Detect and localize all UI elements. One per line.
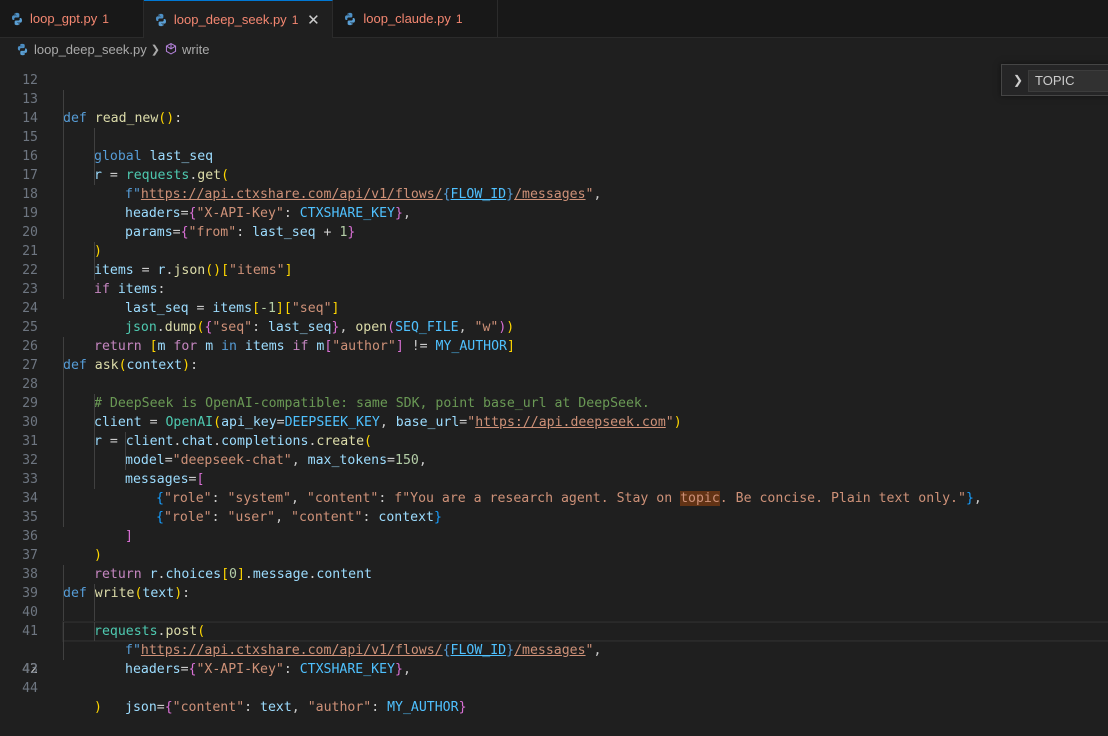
- line-number: 44: [22, 681, 38, 696]
- find-widget: ❯ TOPIC: [1001, 64, 1108, 96]
- code-line: 28 client = OpenAI(api_key=DEEPSEEK_KEY,…: [0, 356, 1108, 430]
- code-line: 23 json.dump({"seq": last_seq}, open(SEQ…: [0, 261, 1108, 335]
- problem-count-badge: 1: [291, 12, 299, 27]
- tab-loop-claude[interactable]: loop_claude.py 1 ✕: [333, 0, 498, 37]
- code-line: 29 r = client.chat.completions.create(: [0, 375, 1108, 449]
- code-line: 19 ): [0, 185, 1108, 259]
- problem-count-badge: 1: [455, 11, 463, 26]
- code-line: 24 return [m for m in items if m["author…: [0, 280, 1108, 354]
- code-line: 15 r = requests.get(: [0, 109, 1108, 183]
- code-line: 14 global last_seq: [0, 90, 1108, 164]
- code-line: 26 def ask(context):: [0, 318, 1108, 373]
- tab-label: loop_claude.py: [363, 11, 451, 26]
- code-line: 40 f"https://api.ctxshare.com/api/v1/flo…: [0, 584, 1108, 658]
- code-line: 34 ]: [0, 470, 1108, 544]
- code-line: 35 ): [0, 489, 1108, 563]
- code-line: 18 params={"from": last_seq + 1}: [0, 166, 1108, 240]
- code-line: 13 def read_new():: [0, 71, 1108, 126]
- code-line: 17 headers={"X-API-Key": CTXSHARE_KEY},: [0, 147, 1108, 221]
- code-line: 27 # DeepSeek is OpenAI-compatible: same…: [0, 337, 1108, 411]
- code-line: 39 requests.post(: [0, 565, 1108, 639]
- code-line: 38 def write(text):: [0, 546, 1108, 601]
- code-line: 21 if items:: [0, 223, 1108, 297]
- code-line: 12: [0, 52, 1108, 88]
- problem-count-badge: 1: [102, 11, 109, 26]
- code-line: 32 {"role": "system", "content": f"You a…: [0, 432, 1108, 506]
- chevron-right-icon[interactable]: ❯: [1010, 72, 1026, 88]
- code-text: ): [94, 700, 102, 715]
- code-editor[interactable]: 12 13 def read_new(): 14 global last_seq…: [0, 60, 1108, 715]
- code-line: 36 return r.choices[0].message.content: [0, 508, 1108, 582]
- editor-tab-bar: loop_gpt.py 1 ✕ loop_deep_seek.py 1 ✕ lo…: [0, 0, 1108, 38]
- tab-loop-gpt[interactable]: loop_gpt.py 1 ✕: [0, 0, 144, 37]
- code-line: 20 items = r.json()["items"]: [0, 204, 1108, 278]
- python-file-icon: [155, 13, 166, 26]
- find-input[interactable]: TOPIC: [1028, 70, 1108, 92]
- code-line: 33 {"role": "user", "content": context}: [0, 451, 1108, 525]
- code-line: 43 ): [0, 641, 1108, 715]
- tab-loop-deep-seek[interactable]: loop_deep_seek.py 1 ✕: [143, 0, 334, 38]
- python-file-icon: [345, 12, 356, 25]
- code-text: json={"content": text, "author": MY_AUTH…: [125, 700, 467, 715]
- code-line: 41 headers={"X-API-Key": CTXSHARE_KEY},: [0, 603, 1108, 677]
- tab-label: loop_deep_seek.py: [173, 12, 287, 27]
- code-line: 31 messages=[: [0, 413, 1108, 487]
- code-line-current: 42 json={"content": text, "author": MY_A…: [0, 621, 1108, 715]
- code-line: 22 last_seq = items[-1]["seq"]: [0, 242, 1108, 316]
- code-line: 30 model="deepseek-chat", max_tokens=150…: [0, 394, 1108, 468]
- code-line: 44: [0, 660, 1108, 696]
- code-line: 16 f"https://api.ctxshare.com/api/v1/flo…: [0, 128, 1108, 202]
- code-line: 37: [0, 527, 1108, 563]
- close-icon[interactable]: ✕: [306, 11, 320, 29]
- tab-label: loop_gpt.py: [30, 11, 98, 26]
- python-file-icon: [12, 12, 22, 25]
- code-line: 25: [0, 299, 1108, 335]
